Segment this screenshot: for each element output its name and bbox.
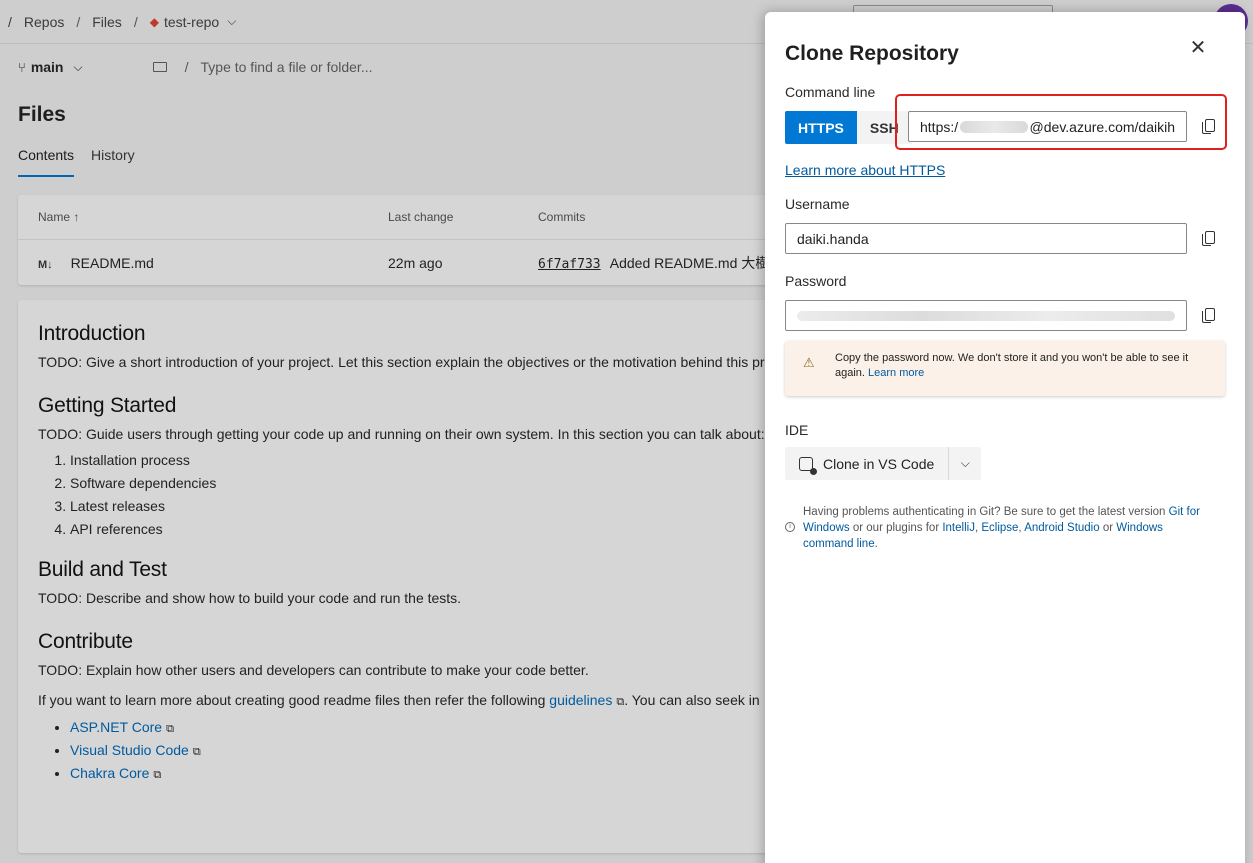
git-repo-icon: ◆	[149, 14, 159, 29]
copy-password-icon[interactable]	[1201, 308, 1215, 324]
column-last-change: Last change	[388, 210, 454, 224]
breadcrumb-files[interactable]: Files	[92, 14, 122, 30]
breadcrumb-separator: /	[76, 13, 81, 30]
tab-bar: Contents History	[18, 147, 135, 177]
info-icon: i	[785, 522, 795, 532]
username-label: Username	[785, 196, 850, 212]
clone-ide-split-button: Clone in VS Code ⌵	[785, 447, 982, 480]
external-link-icon: ⧉	[192, 746, 201, 758]
vscode-link[interactable]: Visual Studio Code	[70, 742, 189, 758]
file-name[interactable]: README.md	[71, 255, 154, 271]
chevron-down-icon[interactable]: ⌵	[949, 447, 981, 480]
clone-repository-dialog: Clone Repository ✕ Command line HTTPS SS…	[765, 12, 1245, 863]
chakra-core-link[interactable]: Chakra Core	[70, 765, 149, 781]
intellij-link[interactable]: IntelliJ	[942, 522, 975, 534]
password-field[interactable]	[785, 300, 1187, 331]
password-label: Password	[785, 273, 847, 289]
external-link-icon: ⧉	[166, 723, 174, 735]
commit-hash-link[interactable]: 6f7af733	[538, 257, 601, 272]
path-finder[interactable]: / Type to find a file or folder...	[152, 59, 373, 75]
highlight-annotation	[895, 94, 1227, 150]
path-separator: /	[184, 59, 189, 75]
username-value: daiki.handa	[797, 230, 869, 247]
warning-banner: ⚠ Copy the password now. We don't store …	[785, 341, 1225, 396]
breadcrumb-repos[interactable]: Repos	[24, 14, 64, 30]
help-text: Having problems authenticating in Git? B…	[803, 506, 1200, 550]
tab-contents[interactable]: Contents	[18, 147, 75, 177]
warning-learn-more-link[interactable]: Learn more	[868, 367, 924, 379]
close-icon[interactable]: ✕	[1188, 38, 1208, 58]
username-field[interactable]: daiki.handa	[785, 223, 1187, 254]
dialog-title: Clone Repository	[785, 42, 959, 65]
copy-username-icon[interactable]	[1201, 231, 1215, 247]
markdown-icon: M↓	[38, 258, 53, 271]
protocol-toggle: HTTPS SSH	[785, 111, 912, 144]
page-title: Files	[18, 103, 66, 126]
command-line-label: Command line	[785, 84, 876, 100]
chevron-down-icon: ⌵	[73, 59, 83, 74]
android-studio-link[interactable]: Android Studio	[1024, 522, 1099, 534]
folder-icon	[152, 62, 167, 72]
external-link-icon: ⧉	[153, 769, 162, 781]
last-change: 22m ago	[388, 254, 443, 271]
eclipse-link[interactable]: Eclipse	[981, 522, 1018, 534]
ide-label: IDE	[785, 422, 809, 438]
path-placeholder[interactable]: Type to find a file or folder...	[201, 59, 373, 75]
warning-icon: ⚠	[803, 355, 815, 370]
breadcrumb-repo[interactable]: test-repo	[164, 14, 219, 30]
redacted-region	[797, 310, 1175, 321]
chevron-down-icon[interactable]: ⌵	[227, 14, 236, 29]
tab-history[interactable]: History	[91, 147, 135, 177]
clone-in-vscode-button[interactable]: Clone in VS Code	[785, 447, 950, 480]
column-commits: Commits	[538, 210, 586, 224]
branch-icon: ⑂	[18, 59, 26, 75]
branch-selector[interactable]: ⑂ main ⌵	[18, 59, 83, 75]
breadcrumb-separator: /	[133, 13, 138, 30]
guidelines-link[interactable]: guidelines	[549, 692, 612, 708]
commit-message: Added README.md 大樹	[609, 254, 770, 271]
branch-name: main	[30, 59, 64, 75]
aspnet-core-link[interactable]: ASP.NET Core	[70, 719, 162, 735]
clone-in-vscode-label: Clone in VS Code	[823, 455, 935, 472]
https-button[interactable]: HTTPS	[785, 111, 857, 144]
vscode-icon	[799, 456, 817, 475]
learn-more-https-link[interactable]: Learn more about HTTPS	[785, 162, 945, 178]
breadcrumb-separator: /	[8, 13, 12, 30]
column-name[interactable]: Name ↑	[38, 210, 79, 224]
